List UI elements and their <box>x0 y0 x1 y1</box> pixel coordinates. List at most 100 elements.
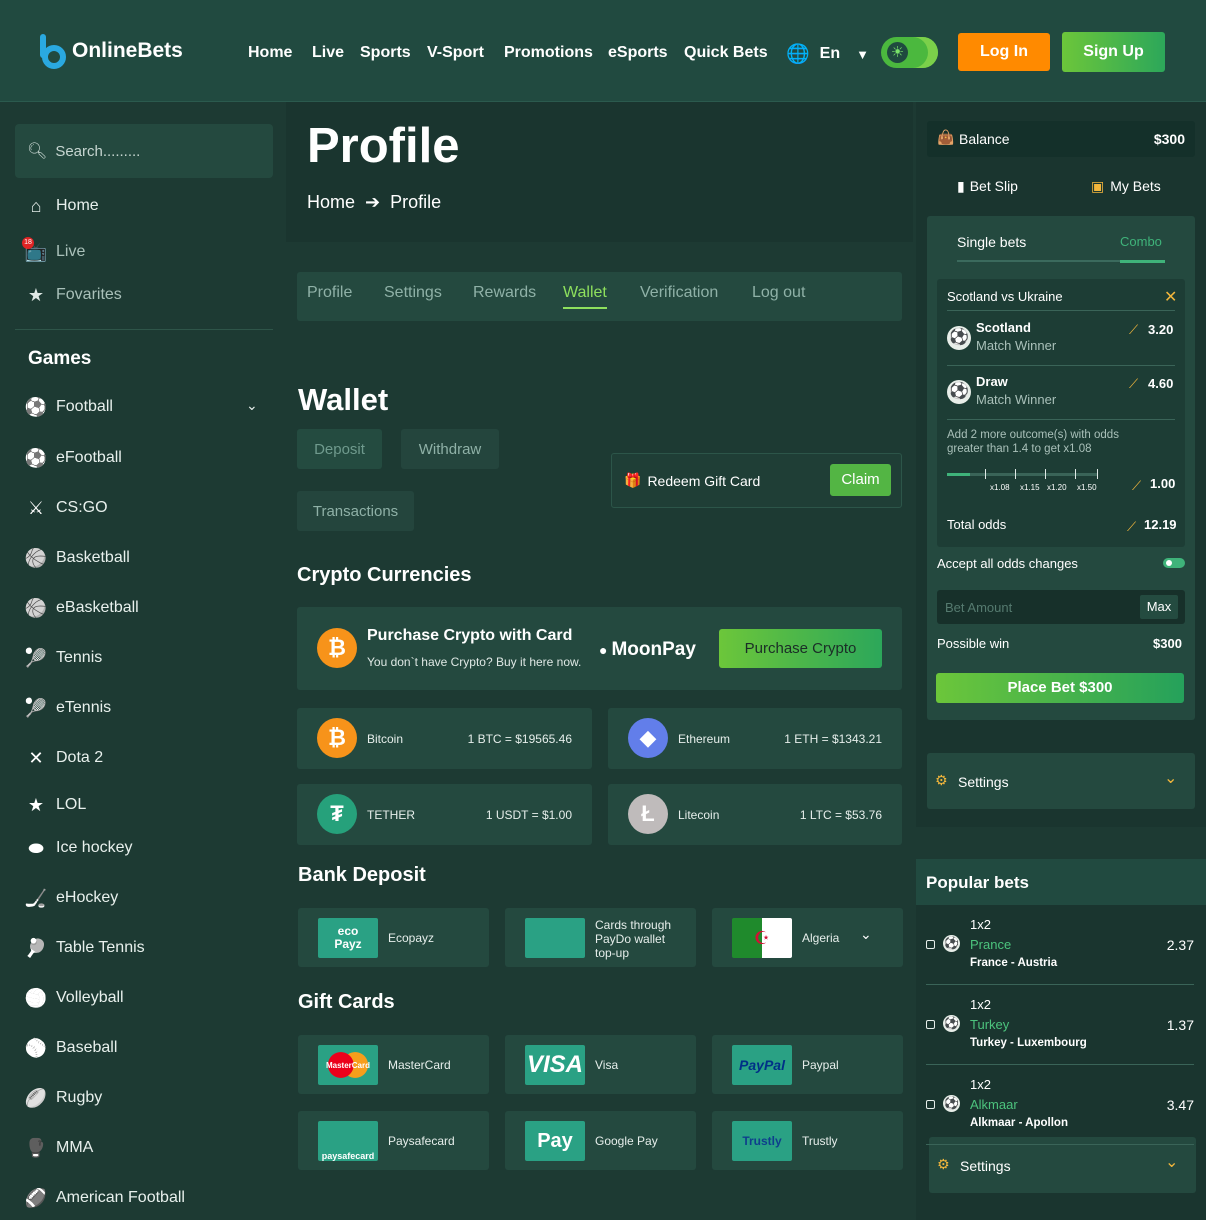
nav-esports[interactable]: eSports <box>608 44 668 62</box>
breadcrumb-home[interactable]: Home <box>307 192 355 213</box>
close-icon[interactable]: ✕ <box>1164 287 1177 307</box>
nav-promotions[interactable]: Promotions <box>504 44 593 62</box>
coin-tile[interactable]: Ł Litecoin 1 LTC = $53.76 <box>608 784 902 845</box>
coin-tile[interactable]: ◆ Ethereum 1 ETH = $1343.21 <box>608 708 902 769</box>
nav-quick-bets[interactable]: Quick Bets <box>684 44 768 62</box>
gift-tile-trustly[interactable]: Trustly Trustly <box>712 1111 903 1170</box>
search-input[interactable]: 🔍︎ Search......... <box>15 124 273 178</box>
tether-icon: ₮ <box>317 794 357 834</box>
sidebar-item-tennis[interactable]: 🎾 Tennis <box>25 647 102 669</box>
sidebar-item-baseball[interactable]: ⚾ Baseball <box>25 1037 118 1059</box>
sidebar-label: Table Tennis <box>56 939 145 956</box>
chevron-down-icon[interactable]: ⌄ <box>860 926 872 943</box>
games-heading: Games <box>28 348 92 369</box>
sidebar-item-lol[interactable]: ★ LOL <box>25 794 86 816</box>
sidebar-item-volleyball[interactable]: 🏐 Volleyball <box>25 987 124 1009</box>
sidebar-item-dota[interactable]: ✕ Dota 2 <box>25 747 103 769</box>
nav-sports[interactable]: Sports <box>360 44 411 62</box>
popular-settings[interactable]: ⚙ Settings ⌄ <box>929 1137 1196 1193</box>
gift-tile-visa[interactable]: VISA Visa <box>505 1035 696 1094</box>
language-selector[interactable]: 🌐 En ▼ <box>786 42 869 66</box>
bet-slip-tab[interactable]: ▮ Bet Slip <box>957 178 1018 195</box>
gift-tile-paysafecard[interactable]: paysafecard Paysafecard <box>298 1111 489 1170</box>
coin-tile[interactable]: ₿ Bitcoin 1 BTC = $19565.46 <box>297 708 592 769</box>
sidebar-item-efootball[interactable]: ⚽ eFootball <box>25 447 122 469</box>
progress-tick <box>1044 469 1046 479</box>
tab-verification[interactable]: Verification <box>640 284 718 302</box>
gift-tile-mastercard[interactable]: MasterCard MasterCard <box>298 1035 489 1094</box>
tab-single-bets[interactable]: Single bets <box>957 234 1026 250</box>
sidebar-item-favorites[interactable]: ★ Fovarites <box>25 284 122 306</box>
sidebar-item-mma[interactable]: 🥊 MMA <box>25 1137 94 1159</box>
login-button[interactable]: Log In <box>958 33 1050 71</box>
total-odds-label: Total odds <box>947 517 1007 532</box>
bank-tile-ecopayz[interactable]: eco Payz Ecopayz <box>298 908 489 967</box>
bank-tile-paydo[interactable]: Cards through PayDo wallet top-up <box>505 908 696 967</box>
popular-row[interactable]: ⚽ 1x2 Alkmaar Alkmaar - Apollon 3.47 <box>926 1065 1194 1145</box>
sidebar-item-american-football[interactable]: 🏈 American Football <box>25 1187 185 1209</box>
tab-logout[interactable]: Log out <box>752 284 805 302</box>
sidebar-item-live[interactable]: 📺 18 Live <box>22 237 85 263</box>
nav-live[interactable]: Live <box>312 44 344 62</box>
logo[interactable]: OnlineBets <box>38 32 183 70</box>
popular-row[interactable]: ⚽ 1x2 Prance France - Austria 2.37 <box>926 905 1194 985</box>
gift-icon: 🎁 <box>624 472 642 488</box>
transactions-button[interactable]: Transactions <box>297 491 414 531</box>
selection-team: Scotland <box>976 320 1031 335</box>
volleyball-icon: 🏐 <box>24 987 48 1008</box>
betslip-settings[interactable]: ⚙ Settings ⌄ <box>927 753 1195 809</box>
claim-button[interactable]: Claim <box>830 464 891 496</box>
chevron-down-icon: ⌄ <box>1165 1154 1179 1171</box>
checkbox[interactable] <box>926 1020 935 1029</box>
moonpay-icon: ● <box>599 642 608 658</box>
place-bet-button[interactable]: Place Bet $300 <box>936 673 1184 703</box>
chevron-down-icon[interactable]: ⌄ <box>246 397 258 414</box>
checkbox[interactable] <box>926 1100 935 1109</box>
tab-rewards[interactable]: Rewards <box>473 284 536 302</box>
accept-odds-toggle[interactable] <box>1163 558 1185 568</box>
purchase-crypto-button[interactable]: Purchase Crypto <box>719 629 882 668</box>
odds-value[interactable]: 2.37 <box>1167 937 1194 953</box>
my-bets-tab[interactable]: ▣ My Bets <box>1091 178 1161 195</box>
nav-home[interactable]: Home <box>248 44 292 62</box>
sidebar-item-ehockey[interactable]: 🏒 eHockey <box>25 887 118 909</box>
sidebar-item-home[interactable]: ⌂ Home <box>25 195 99 217</box>
bank-tile-country[interactable]: ☪ Algeria ⌄ <box>712 908 903 967</box>
coin-name: Bitcoin <box>367 732 404 746</box>
odds-value[interactable]: 1.37 <box>1167 1017 1194 1033</box>
gift-tile-paypal[interactable]: PayPal Paypal <box>712 1035 903 1094</box>
tab-profile[interactable]: Profile <box>307 284 352 302</box>
popular-row[interactable]: ⚽ 1x2 Turkey Turkey - Luxembourg 1.37 <box>926 985 1194 1065</box>
deposit-button[interactable]: Deposit <box>297 429 382 469</box>
sidebar-item-rugby[interactable]: 🏉 Rugby <box>25 1087 102 1109</box>
sidebar-item-etennis[interactable]: 🎾 eTennis <box>25 697 111 719</box>
odds-value[interactable]: 3.47 <box>1167 1097 1194 1113</box>
tab-wallet[interactable]: Wallet <box>563 284 607 309</box>
sidebar-item-football[interactable]: ⚽ Football <box>25 396 113 418</box>
moonpay-logo: ● MoonPay <box>599 639 696 661</box>
sidebar-item-csgo[interactable]: ⚔ CS:GO <box>25 497 108 519</box>
signup-button[interactable]: Sign Up <box>1062 32 1165 72</box>
tennis-icon: 🎾 <box>24 647 48 668</box>
sidebar-item-ebasketball[interactable]: 🏀 eBasketball <box>25 597 139 619</box>
sidebar-item-table-tennis[interactable]: 🏓 Table Tennis <box>25 937 145 959</box>
ehockey-icon: 🏒 <box>24 887 48 908</box>
withdraw-button[interactable]: Withdraw <box>401 429 499 469</box>
checkbox[interactable] <box>926 940 935 949</box>
tab-settings[interactable]: Settings <box>384 284 442 302</box>
accept-odds-label: Accept all odds changes <box>937 556 1078 571</box>
tab-combo[interactable]: Combo <box>1120 234 1162 249</box>
sidebar-item-ice-hockey[interactable]: ⬬ Ice hockey <box>25 837 132 859</box>
max-button[interactable]: Max <box>1140 595 1178 619</box>
coin-tile[interactable]: ₮ TETHER 1 USDT = $1.00 <box>297 784 592 845</box>
bet-amount-input[interactable]: Bet Amount Max <box>937 590 1185 624</box>
sidebar-label: Fovarites <box>56 286 122 303</box>
sidebar-label: Volleyball <box>56 989 124 1006</box>
theme-toggle[interactable]: ☀ <box>881 37 938 68</box>
nav-vsport[interactable]: V-Sport <box>427 44 484 62</box>
gift-tile-google-pay[interactable]: Pay Google Pay <box>505 1111 696 1170</box>
sidebar-item-basketball[interactable]: 🏀 Basketball <box>25 547 130 569</box>
selection-team: Draw <box>976 374 1008 389</box>
gift-name: Paypal <box>802 1058 839 1072</box>
gift-name: Google Pay <box>595 1134 658 1148</box>
